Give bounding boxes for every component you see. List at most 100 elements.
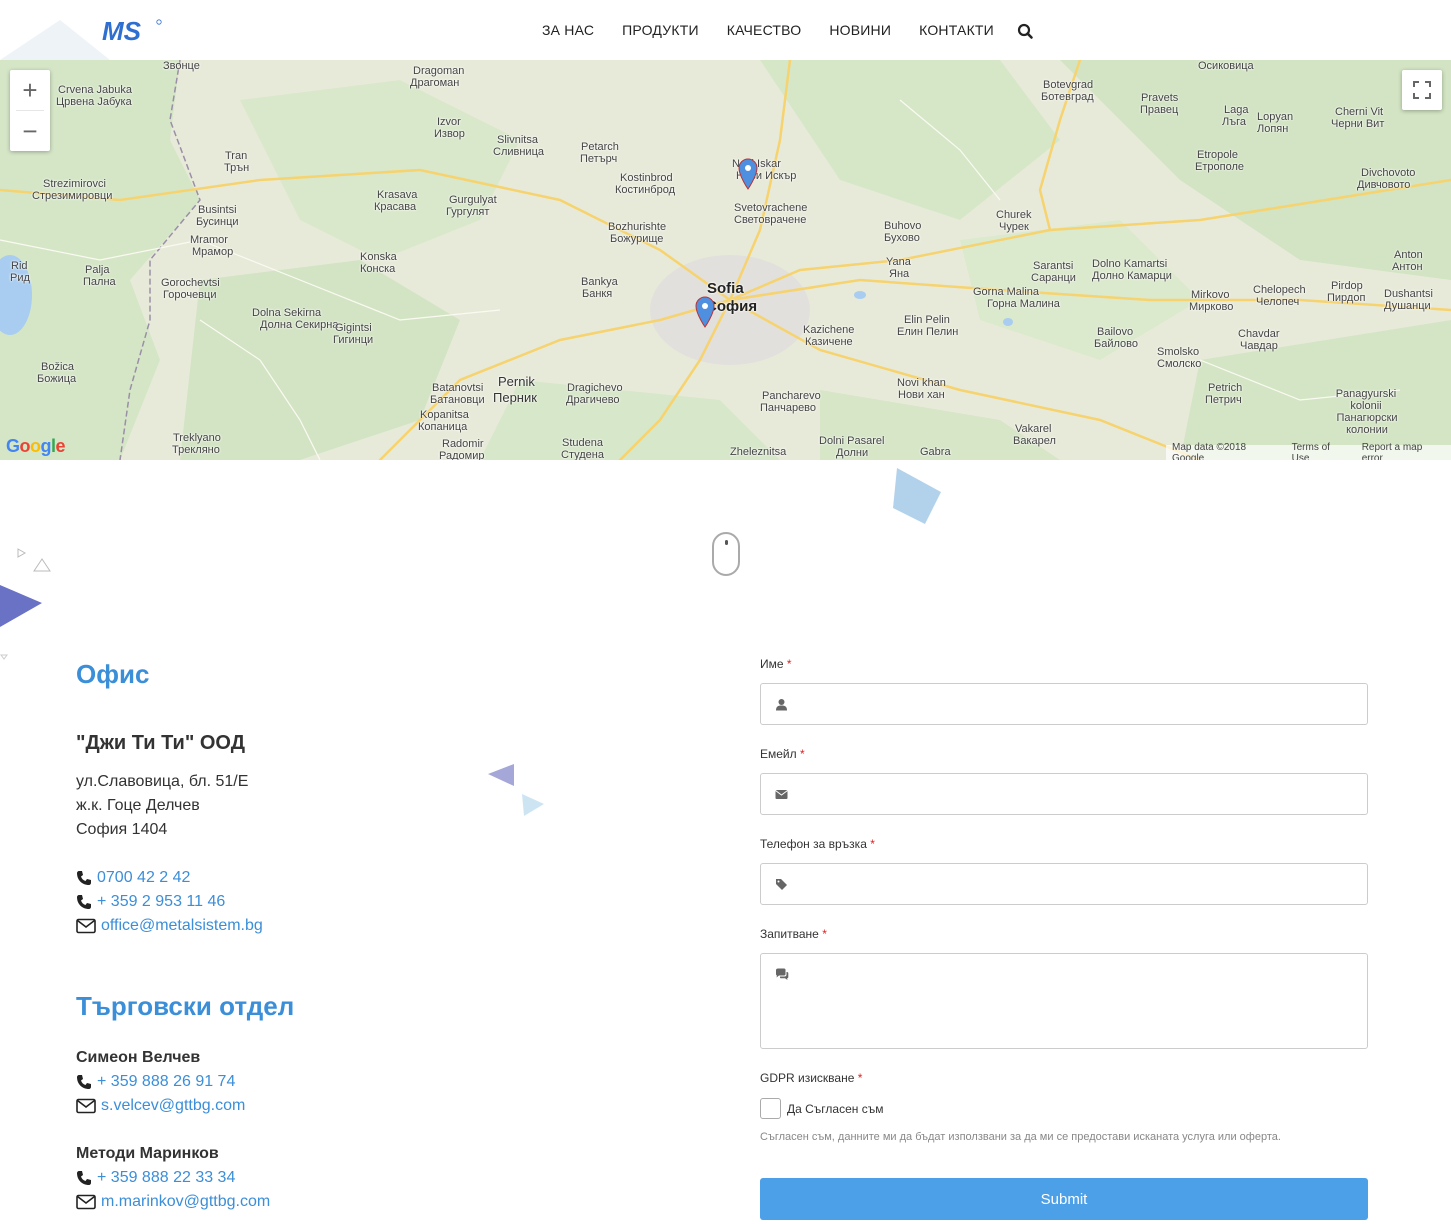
google-logo[interactable]: Google xyxy=(6,436,66,457)
phone-line: + 359 2 953 11 46 xyxy=(76,890,636,914)
email-line: s.velcev@gttbg.com xyxy=(76,1094,636,1118)
phone-input[interactable] xyxy=(797,864,1357,904)
map-label: Radomir xyxy=(442,438,484,450)
zoom-in-button[interactable]: + xyxy=(10,70,50,110)
map-footer: Map data ©2018 Google Terms of Use Repor… xyxy=(1166,442,1451,461)
map-label: Lopyan xyxy=(1257,111,1294,123)
phone-link[interactable]: + 359 888 26 91 74 xyxy=(97,1070,235,1094)
map-label: Чурек xyxy=(999,221,1029,233)
sales-person: Симеон Велчев + 359 888 26 91 74 s.velce… xyxy=(76,1046,636,1118)
map-label: Pravets xyxy=(1141,92,1179,104)
email-label: Емейл * xyxy=(760,747,805,761)
map-label: Долно Камарци xyxy=(1092,270,1172,282)
map-label: Elin Pelin xyxy=(904,314,950,326)
map-label: Черни Вит xyxy=(1331,118,1385,130)
contact-info: Офис "Джи Ти Ти" ООД ул.Славовица, бл. 5… xyxy=(76,656,636,1214)
name-label: Име * xyxy=(760,657,792,671)
email-link[interactable]: s.velcev@gttbg.com xyxy=(101,1094,245,1118)
phone-field[interactable] xyxy=(760,863,1368,905)
nav-item-products[interactable]: ПРОДУКТИ xyxy=(608,22,713,38)
zoom-out-button[interactable]: − xyxy=(10,111,50,151)
map-label: Gurgulyat xyxy=(449,194,497,206)
map-label: Churek xyxy=(996,209,1032,221)
search-icon[interactable] xyxy=(1016,20,1036,40)
map-label: Вакарел xyxy=(1013,435,1056,447)
map-label: Трекляно xyxy=(172,444,220,456)
nav-item-about[interactable]: ЗА НАС xyxy=(528,22,608,38)
map-label: Gorna Malina xyxy=(973,286,1040,298)
map-marker[interactable] xyxy=(738,158,758,190)
map-label: Банкя xyxy=(582,288,613,300)
gdpr-checkbox-label[interactable]: Да Съгласен съм xyxy=(787,1102,883,1116)
map-label: Рид xyxy=(10,272,30,284)
map-label: Чавдар xyxy=(1240,340,1278,352)
terms-link[interactable]: Terms of Use xyxy=(1292,442,1350,461)
sales-heading: Търговски отдел xyxy=(76,991,295,1021)
person-name: Методи Маринков xyxy=(76,1145,219,1162)
question-textarea[interactable] xyxy=(797,964,1357,1040)
email-line: office@metalsistem.bg xyxy=(76,914,636,938)
name-input[interactable] xyxy=(797,684,1357,724)
map-label: Bailovo xyxy=(1097,326,1134,338)
site-header: MS ЗА НАС ПРОДУКТИ КАЧЕСТВО НОВИНИ КОНТА… xyxy=(0,0,1451,60)
nav-item-contacts[interactable]: КОНТАКТИ xyxy=(905,22,1008,38)
map-label: Svetovrachene xyxy=(734,202,808,214)
email-link[interactable]: office@metalsistem.bg xyxy=(101,914,263,938)
map-label: Антон xyxy=(1392,261,1423,273)
map-label: Batanovtsi xyxy=(432,382,484,394)
decorative-shape xyxy=(893,466,945,531)
map-label: Правец xyxy=(1140,104,1179,116)
map-label: Радомир xyxy=(439,450,485,460)
email-input[interactable] xyxy=(797,774,1357,814)
question-field[interactable] xyxy=(760,953,1368,1049)
map-label: Smolsko xyxy=(1157,346,1200,358)
phone-line: + 359 888 26 91 74 xyxy=(76,1070,636,1094)
phone-link[interactable]: 0700 42 2 42 xyxy=(97,866,190,890)
decorative-shape xyxy=(0,545,60,670)
logo[interactable]: MS xyxy=(102,16,162,46)
map-label: Petrich xyxy=(1208,382,1243,394)
map-marker[interactable] xyxy=(695,296,715,328)
map-label: Mramor xyxy=(190,234,228,246)
map-label: Костинброд xyxy=(615,184,675,196)
phone-link[interactable]: + 359 2 953 11 46 xyxy=(97,890,225,914)
map-label: Gabra xyxy=(920,446,951,458)
email-link[interactable]: m.marinkov@gttbg.com xyxy=(101,1190,270,1214)
map-label: Студена xyxy=(561,449,604,460)
map-label: Izvor xyxy=(437,116,461,128)
email-field[interactable] xyxy=(760,773,1368,815)
comments-icon xyxy=(775,968,789,981)
sales-person: Методи Маринков + 359 888 22 33 34 m.mar… xyxy=(76,1142,636,1214)
map-label: Bozhurishte xyxy=(608,221,667,233)
nav-item-news[interactable]: НОВИНИ xyxy=(815,22,905,38)
nav-item-quality[interactable]: КАЧЕСТВО xyxy=(713,22,816,38)
map-label: Световрачене xyxy=(734,214,807,226)
map-label: Пална xyxy=(83,276,116,288)
map-label: Петрич xyxy=(1205,394,1242,406)
map[interactable]: Звонце Crvena Jabuka Црвена Јабука Drago… xyxy=(0,60,1451,460)
phone-line: 0700 42 2 42 xyxy=(76,866,636,890)
map-label: Нови хан xyxy=(898,389,945,401)
phone-link[interactable]: + 359 888 22 33 34 xyxy=(97,1166,235,1190)
map-label: Anton xyxy=(1394,249,1423,261)
name-field[interactable] xyxy=(760,683,1368,725)
address-line: София 1404 xyxy=(76,821,168,838)
submit-button[interactable]: Submit xyxy=(760,1178,1368,1220)
map-label: Петърч xyxy=(580,153,618,165)
contact-form: Име * Емейл * Телефон за връзка * Запитв… xyxy=(760,656,1368,1220)
map-label: Dragichevo xyxy=(567,382,623,394)
map-label: Botevgrad xyxy=(1043,79,1094,91)
map-label: Драгоман xyxy=(410,77,460,89)
email-line: m.marinkov@gttbg.com xyxy=(76,1190,636,1214)
map-label: Копаница xyxy=(418,421,468,433)
phone-icon xyxy=(76,1074,94,1090)
gdpr-checkbox[interactable] xyxy=(760,1098,781,1119)
envelope-icon xyxy=(76,918,98,934)
fullscreen-button[interactable] xyxy=(1402,70,1442,110)
report-link[interactable]: Report a map error xyxy=(1362,442,1445,461)
phone-icon xyxy=(76,894,94,910)
logo-text: MS xyxy=(102,18,142,44)
envelope-icon xyxy=(76,1194,98,1210)
map-label: Studena xyxy=(562,437,603,449)
map-label: Novi khan xyxy=(897,377,946,389)
